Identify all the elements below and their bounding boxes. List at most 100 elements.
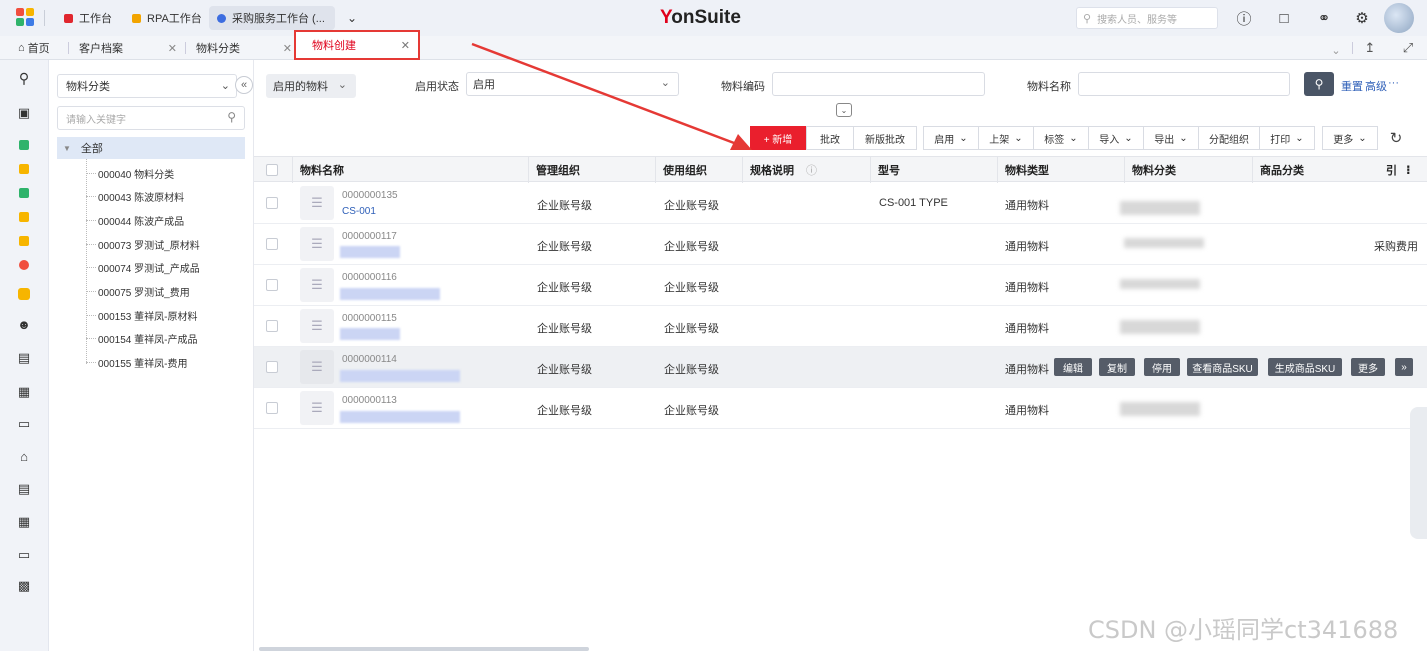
chevron-down-icon[interactable]: ⌄ bbox=[342, 8, 362, 28]
expand-filters-icon[interactable]: ⌄ bbox=[836, 103, 852, 117]
search-icon[interactable]: ⚲ bbox=[16, 70, 32, 86]
add-button[interactable]: + 新增 bbox=[750, 126, 806, 150]
edit-button[interactable]: 编辑 bbox=[1054, 358, 1092, 376]
name-input[interactable] bbox=[1078, 72, 1290, 96]
app-yellow2-icon[interactable] bbox=[19, 212, 29, 222]
table-row[interactable]: ☰ 0000000116 企业账号级 企业账号级 通用物料 bbox=[254, 265, 1427, 306]
close-icon[interactable]: ✕ bbox=[401, 39, 410, 52]
column-settings-icon[interactable]: ⁝ bbox=[1399, 157, 1427, 183]
batch-edit-button[interactable]: 批改 bbox=[806, 126, 854, 150]
table-row[interactable]: ☰ 0000000115 企业账号级 企业账号级 通用物料 bbox=[254, 306, 1427, 347]
tab-customer-archive[interactable]: 客户档案 ✕ bbox=[69, 36, 185, 60]
row-checkbox[interactable] bbox=[266, 238, 278, 250]
tree-search-input[interactable]: 请输入关键字 ⚲ bbox=[57, 106, 245, 130]
table-row[interactable]: ☰ 0000000114 企业账号级 企业账号级 通用物料 编辑 复制 停用 查… bbox=[254, 347, 1427, 388]
generate-sku-button[interactable]: 生成商品SKU bbox=[1268, 358, 1342, 376]
column-header[interactable]: 规格说明 ⓘ bbox=[742, 157, 870, 183]
row-checkbox[interactable] bbox=[266, 197, 278, 209]
clipboard-icon[interactable]: ▭ bbox=[16, 416, 32, 432]
column-header[interactable]: 物料名称 bbox=[292, 157, 528, 183]
app-tab-rpa[interactable]: RPA工作台 bbox=[124, 6, 210, 30]
more-filter-icon[interactable]: ··· bbox=[1388, 77, 1399, 89]
table-row[interactable]: ☰ 0000000117 企业账号级 企业账号级 通用物料 采购费用 bbox=[254, 224, 1427, 265]
column-header[interactable]: 物料分类 bbox=[1124, 157, 1252, 183]
enable-dropdown-button[interactable]: 启用 ⌄ bbox=[923, 126, 979, 150]
shop-icon[interactable]: ▦ bbox=[16, 384, 32, 400]
tree-node[interactable]: 000154 董祥凤-产成品 bbox=[86, 328, 197, 348]
tree-node[interactable]: 000044 陈波产成品 bbox=[86, 210, 184, 230]
assign-org-button[interactable]: 分配组织 bbox=[1198, 126, 1260, 150]
gear-icon[interactable]: ⚙ bbox=[1352, 8, 1372, 28]
house-icon[interactable]: ⌂ bbox=[16, 448, 32, 464]
app-tab-workbench[interactable]: 工作台 bbox=[56, 6, 120, 30]
avatar[interactable] bbox=[1384, 3, 1414, 33]
scheme-select[interactable]: 启用的物料 ⌄ bbox=[266, 74, 356, 98]
monitor-icon[interactable]: ▭ bbox=[16, 547, 32, 563]
select-all-checkbox[interactable] bbox=[266, 164, 278, 176]
shelf-dropdown-button[interactable]: 上架 ⌄ bbox=[978, 126, 1034, 150]
market-icon[interactable]: ▦ bbox=[16, 514, 32, 530]
headset-icon[interactable]: ⚭ bbox=[1314, 8, 1334, 28]
material-name-link[interactable]: CS-001 bbox=[342, 206, 376, 217]
close-icon[interactable]: ✕ bbox=[168, 42, 177, 55]
refresh-icon[interactable]: ↻ bbox=[1386, 128, 1406, 148]
tab-material-category[interactable]: 物料分类 ✕ bbox=[186, 36, 294, 60]
tree-node[interactable]: 000073 罗测试_原材料 bbox=[86, 234, 200, 254]
tag-dropdown-button[interactable]: 标签 ⌄ bbox=[1033, 126, 1089, 150]
advanced-link[interactable]: 高级 bbox=[1365, 78, 1387, 94]
table-row[interactable]: ☰ 0000000113 企业账号级 企业账号级 通用物料 bbox=[254, 388, 1427, 429]
column-header[interactable]: 型号 bbox=[870, 157, 997, 183]
code-input[interactable] bbox=[772, 72, 985, 96]
row-checkbox[interactable] bbox=[266, 320, 278, 332]
print-dropdown-button[interactable]: 打印 ⌄ bbox=[1259, 126, 1315, 150]
column-header[interactable]: 物料类型 bbox=[997, 157, 1124, 183]
app-green-icon[interactable] bbox=[19, 140, 29, 150]
tab-material-create[interactable]: 物料创建 ✕ bbox=[294, 30, 420, 60]
more-dropdown-button[interactable]: 更多 ⌄ bbox=[1322, 126, 1378, 150]
app-orange-icon[interactable] bbox=[18, 288, 30, 300]
new-batch-edit-button[interactable]: 新版批改 bbox=[853, 126, 917, 150]
row-checkbox[interactable] bbox=[266, 279, 278, 291]
fullscreen-icon[interactable]: ⤢ bbox=[1398, 38, 1418, 58]
column-header[interactable]: 商品分类 bbox=[1252, 157, 1379, 183]
app-red-icon[interactable] bbox=[19, 260, 29, 270]
status-select[interactable]: 启用 ⌄ bbox=[466, 72, 679, 96]
export-dropdown-button[interactable]: 导出 ⌄ bbox=[1143, 126, 1199, 150]
disable-button[interactable]: 停用 bbox=[1144, 358, 1180, 376]
document-icon[interactable]: ▤ bbox=[16, 481, 32, 497]
view-sku-button[interactable]: 查看商品SKU bbox=[1187, 358, 1258, 376]
users-icon[interactable]: ☻ bbox=[16, 316, 32, 332]
tabs-collapse-icon[interactable]: ⌄ bbox=[1326, 40, 1346, 60]
column-header[interactable]: 使用组织 bbox=[655, 157, 742, 183]
app-yellow-icon[interactable] bbox=[19, 164, 29, 174]
tree-node[interactable]: 000074 罗测试_产成品 bbox=[86, 257, 200, 277]
global-search-input[interactable]: ⚲ 搜索人员、服务等 bbox=[1076, 7, 1218, 29]
report-icon[interactable]: ▩ bbox=[16, 578, 32, 594]
search-button[interactable]: ⚲ bbox=[1304, 72, 1334, 96]
tree-node[interactable]: 000155 董祥凤-费用 bbox=[86, 352, 187, 372]
reset-link[interactable]: 重置 bbox=[1341, 78, 1363, 94]
floating-side-widget[interactable] bbox=[1410, 407, 1427, 539]
collapse-panel-icon[interactable]: « bbox=[235, 76, 253, 94]
tree-node[interactable]: 000153 董祥凤-原材料 bbox=[86, 305, 197, 325]
copy-button[interactable]: 复制 bbox=[1099, 358, 1135, 376]
tree-node[interactable]: 000043 陈波原材料 bbox=[86, 186, 184, 206]
row-checkbox[interactable] bbox=[266, 402, 278, 414]
tree-type-select[interactable]: 物料分类 ⌄ bbox=[57, 74, 237, 98]
app-yellow3-icon[interactable] bbox=[19, 236, 29, 246]
tree-node[interactable]: 000040 物料分类 bbox=[86, 163, 174, 183]
app-green2-icon[interactable] bbox=[19, 188, 29, 198]
more-actions-button[interactable]: 更多 bbox=[1351, 358, 1385, 376]
tab-home[interactable]: ⌂ 首页 bbox=[10, 36, 68, 60]
tree-node-root[interactable]: ▼ 全部 bbox=[57, 137, 245, 159]
help-icon[interactable]: ⓘ bbox=[1234, 8, 1254, 28]
horizontal-scrollbar[interactable] bbox=[259, 647, 589, 651]
pin-icon[interactable]: ↥ bbox=[1360, 38, 1380, 58]
expand-actions-icon[interactable]: » bbox=[1395, 358, 1413, 376]
message-icon[interactable]: □ bbox=[1274, 8, 1294, 28]
app-tab-procurement[interactable]: 采购服务工作台 (... bbox=[209, 6, 335, 30]
tree-node[interactable]: 000075 罗测试_费用 bbox=[86, 281, 190, 301]
table-row[interactable]: ☰ 0000000135 CS-001 企业账号级 企业账号级 CS-001 T… bbox=[254, 183, 1427, 224]
store-icon[interactable]: ▤ bbox=[16, 350, 32, 366]
row-checkbox[interactable] bbox=[266, 361, 278, 373]
